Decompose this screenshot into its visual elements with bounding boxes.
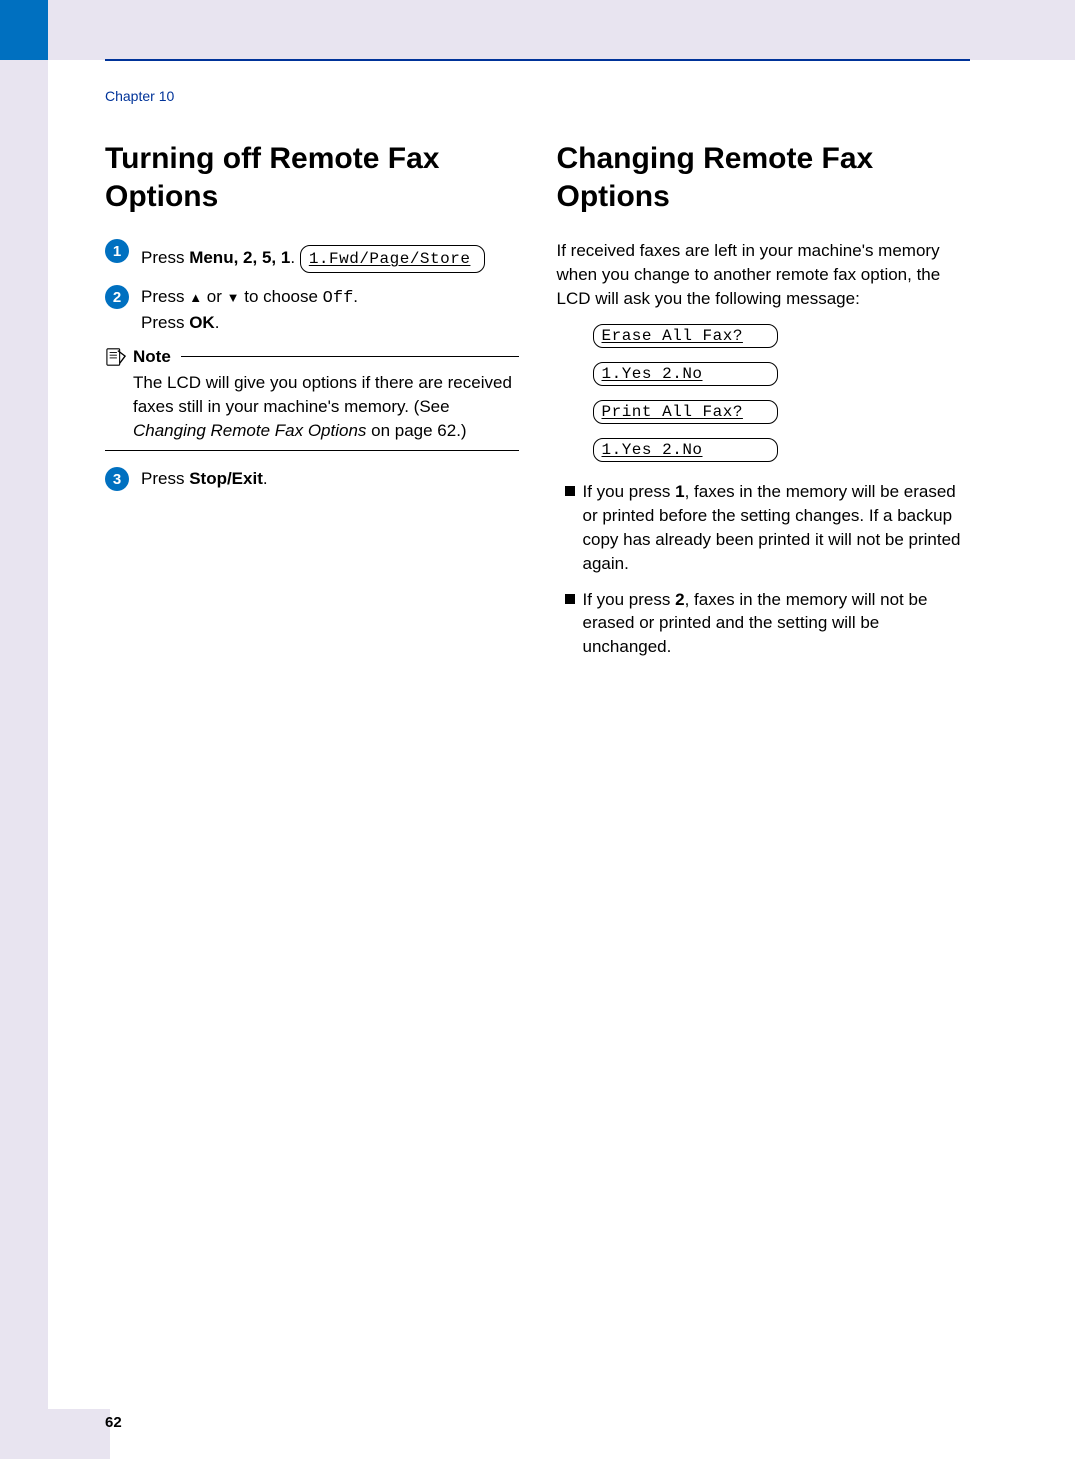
lcd-display-1: 1.Fwd/Page/Store bbox=[300, 245, 485, 273]
note-box: Note The LCD will give you options if th… bbox=[105, 347, 519, 451]
note-text-1: The LCD will give you options if there a… bbox=[133, 373, 512, 416]
up-arrow-icon: ▲ bbox=[189, 290, 202, 305]
step2-line2c: . bbox=[215, 313, 220, 332]
note-label: Note bbox=[133, 347, 171, 367]
bullet-1: If you press 1, faxes in the memory will… bbox=[557, 480, 971, 575]
right-column: Changing Remote Fax Options If received … bbox=[557, 140, 971, 671]
right-intro: If received faxes are left in your machi… bbox=[557, 239, 971, 310]
step-2: 2 Press ▲ or ▼ to choose Off. Press OK. bbox=[105, 285, 519, 335]
step2-line2a: Press bbox=[141, 313, 189, 332]
lcd-yes-no-2: 1.Yes 2.No bbox=[593, 438, 778, 462]
step2-prefix: Press bbox=[141, 287, 189, 306]
step3-prefix: Press bbox=[141, 469, 189, 488]
chapter-label: Chapter 10 bbox=[105, 88, 174, 104]
note-rule-bottom bbox=[105, 450, 519, 451]
content-area: Turning off Remote Fax Options 1 Press M… bbox=[105, 140, 970, 671]
note-icon bbox=[105, 347, 127, 367]
header-background bbox=[0, 0, 1075, 60]
note-text-2: on page 62.) bbox=[366, 421, 466, 440]
bullet-mark-icon bbox=[565, 486, 575, 496]
step-number-3-icon: 3 bbox=[105, 467, 129, 491]
step-number-2-icon: 2 bbox=[105, 285, 129, 309]
step2-ok: OK bbox=[189, 313, 215, 332]
step-3: 3 Press Stop/Exit. bbox=[105, 467, 519, 491]
step1-prefix: Press bbox=[141, 248, 189, 267]
lcd-stack: Erase All Fax? 1.Yes 2.No Print All Fax?… bbox=[593, 324, 971, 462]
step2-off: Off bbox=[323, 289, 354, 308]
note-header: Note bbox=[105, 347, 519, 367]
page-number: 62 bbox=[105, 1414, 122, 1431]
step1-suffix: . bbox=[290, 248, 295, 267]
lcd-erase-all: Erase All Fax? bbox=[593, 324, 778, 348]
b1key: 1 bbox=[675, 482, 684, 501]
step-1: 1 Press Menu, 2, 5, 1. 1.Fwd/Page/Store bbox=[105, 239, 519, 273]
note-rule-top bbox=[181, 356, 519, 357]
bullet-2-text: If you press 2, faxes in the memory will… bbox=[583, 588, 971, 659]
step2-mid: to choose bbox=[240, 287, 323, 306]
b2key: 2 bbox=[675, 590, 684, 609]
footer-background bbox=[0, 1409, 110, 1459]
step3-key: Stop/Exit bbox=[189, 469, 263, 488]
step-2-body: Press ▲ or ▼ to choose Off. Press OK. bbox=[141, 285, 358, 335]
bullet-2: If you press 2, faxes in the memory will… bbox=[557, 588, 971, 659]
step3-suffix: . bbox=[263, 469, 268, 488]
step-3-body: Press Stop/Exit. bbox=[141, 467, 268, 491]
left-heading: Turning off Remote Fax Options bbox=[105, 140, 519, 215]
header-rule bbox=[105, 59, 970, 61]
lcd-yes-no-1: 1.Yes 2.No bbox=[593, 362, 778, 386]
bullet-mark-icon bbox=[565, 594, 575, 604]
step-1-body: Press Menu, 2, 5, 1. 1.Fwd/Page/Store bbox=[141, 239, 485, 273]
step1-keys: Menu, 2, 5, 1 bbox=[189, 248, 290, 267]
step2-suffix: . bbox=[353, 287, 358, 306]
b2a: If you press bbox=[583, 590, 676, 609]
b1a: If you press bbox=[583, 482, 676, 501]
left-column: Turning off Remote Fax Options 1 Press M… bbox=[105, 140, 519, 671]
lcd-print-all: Print All Fax? bbox=[593, 400, 778, 424]
blue-tab bbox=[0, 0, 48, 60]
note-text-italic: Changing Remote Fax Options bbox=[133, 421, 366, 440]
note-text: The LCD will give you options if there a… bbox=[105, 371, 519, 450]
down-arrow-icon: ▼ bbox=[227, 290, 240, 305]
side-strip bbox=[0, 0, 48, 1459]
right-heading: Changing Remote Fax Options bbox=[557, 140, 971, 215]
bullet-1-text: If you press 1, faxes in the memory will… bbox=[583, 480, 971, 575]
step-number-1-icon: 1 bbox=[105, 239, 129, 263]
